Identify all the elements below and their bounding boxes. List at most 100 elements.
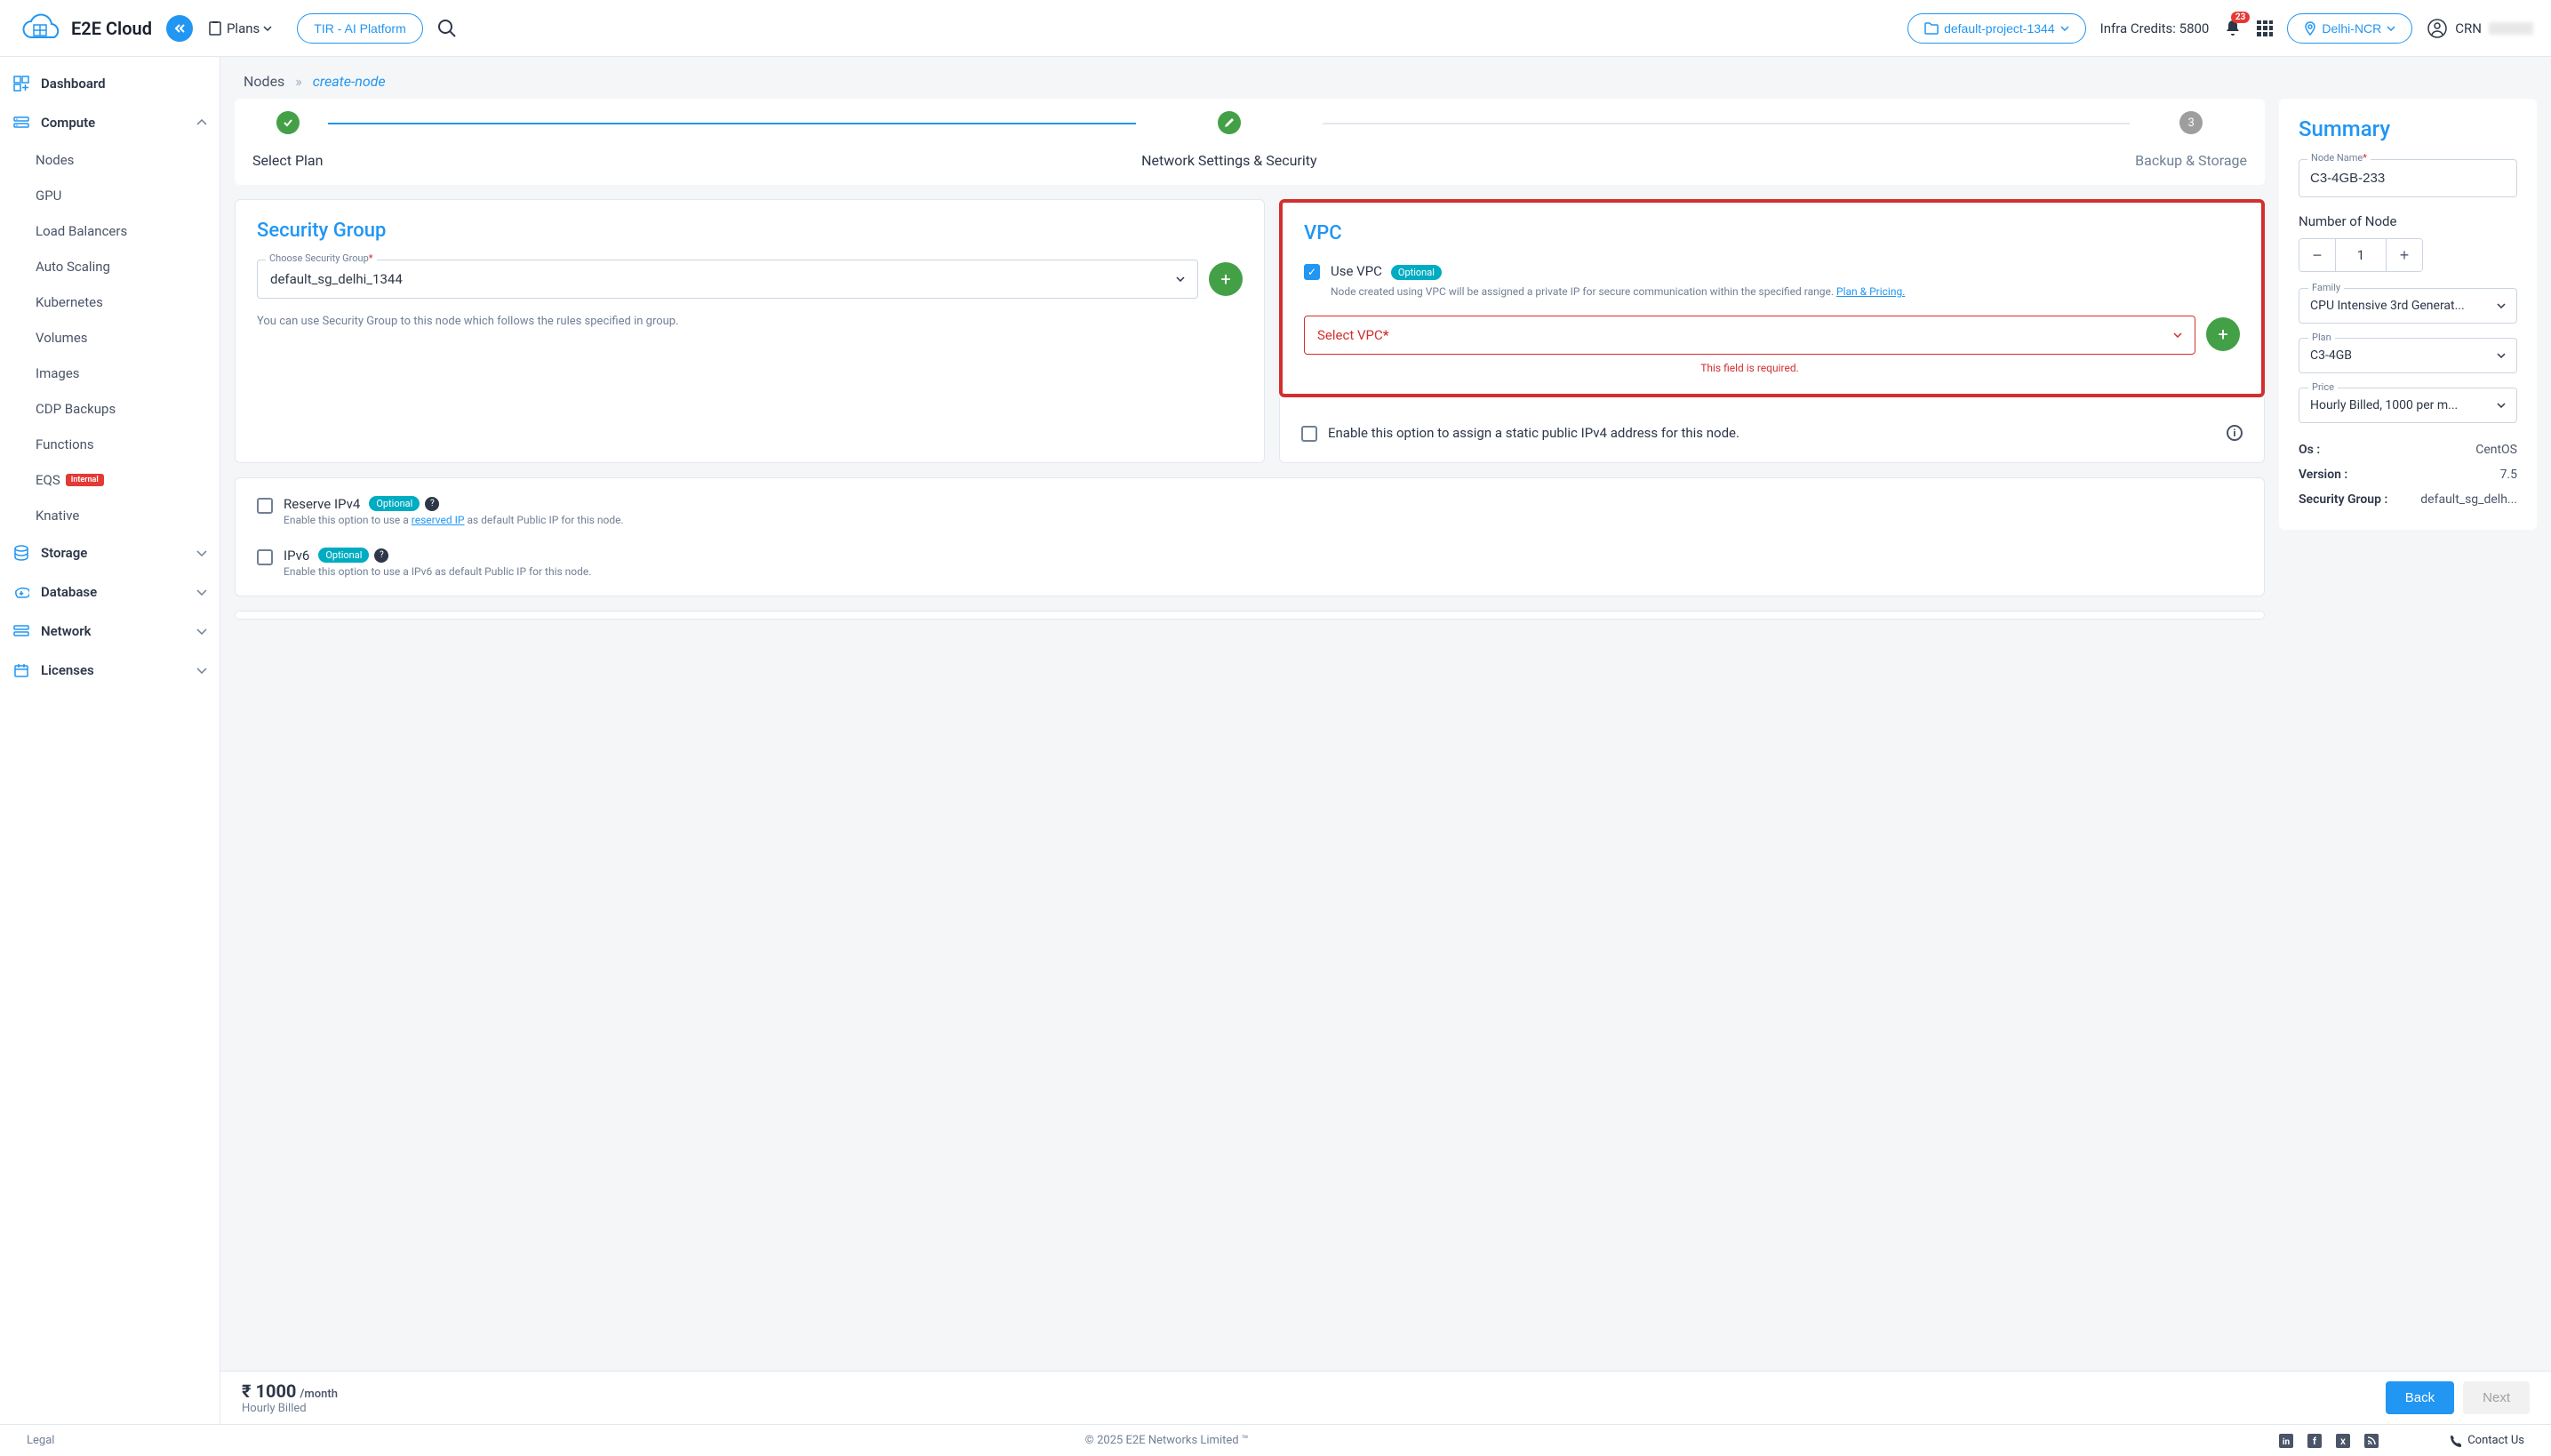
nav-load-balancers[interactable]: Load Balancers xyxy=(0,213,220,249)
chevron-up-icon xyxy=(196,119,207,126)
chevron-down-icon xyxy=(2497,353,2506,358)
nav-database[interactable]: Database xyxy=(0,572,220,612)
cloud-logo-icon xyxy=(18,12,62,45)
help-icon[interactable]: ? xyxy=(374,548,388,563)
svg-text:f: f xyxy=(2313,1436,2316,1447)
node-name-input[interactable] xyxy=(2299,159,2517,197)
security-group-select[interactable]: default_sg_delhi_1344 xyxy=(257,260,1198,299)
account-menu[interactable]: CRN xyxy=(2427,18,2533,39)
back-button[interactable]: Back xyxy=(2386,1381,2454,1414)
nav-gpu[interactable]: GPU xyxy=(0,178,220,213)
chevron-down-icon xyxy=(196,628,207,635)
plans-dropdown[interactable]: Plans xyxy=(207,20,272,36)
optional-badge: Optional xyxy=(318,548,369,563)
breadcrumb: Nodes » create-node xyxy=(220,57,2551,99)
footer: Legal © 2025 E2E Networks Limited ™ in f… xyxy=(0,1424,2551,1456)
price-select[interactable]: Price Hourly Billed, 1000 per m... xyxy=(2299,388,2517,423)
wizard-steps: Select Plan Network Settings & Security … xyxy=(235,99,2265,185)
plan-select[interactable]: Plan C3-4GB xyxy=(2299,338,2517,373)
rss-icon[interactable] xyxy=(2364,1434,2379,1448)
nav-cdp-backups[interactable]: CDP Backups xyxy=(0,391,220,427)
vpc-description: Node created using VPC will be assigned … xyxy=(1331,284,1905,300)
static-ip-label: Enable this option to assign a static pu… xyxy=(1328,424,2216,443)
phone-icon xyxy=(2450,1435,2462,1447)
nav-auto-scaling[interactable]: Auto Scaling xyxy=(0,249,220,284)
search-button[interactable] xyxy=(437,19,457,38)
notification-count: 23 xyxy=(2231,12,2250,23)
vpc-plan-pricing-link[interactable]: Plan & Pricing. xyxy=(1836,285,1905,298)
footer-legal-link[interactable]: Legal xyxy=(27,1434,54,1447)
chevron-down-icon xyxy=(196,588,207,596)
tir-ai-platform-button[interactable]: TIR - AI Platform xyxy=(297,13,422,44)
step-3-indicator: 3 xyxy=(2179,111,2203,134)
vpc-card: VPC ✓ Use VPC Optional Node created usin… xyxy=(1279,199,2265,397)
summary-title: Summary xyxy=(2299,116,2517,141)
reserved-ip-link[interactable]: reserved IP xyxy=(412,514,465,526)
facebook-icon[interactable]: f xyxy=(2307,1434,2322,1448)
nav-volumes[interactable]: Volumes xyxy=(0,320,220,356)
step-2-indicator[interactable] xyxy=(1218,111,1241,134)
nav-licenses[interactable]: Licenses xyxy=(0,651,220,690)
check-icon xyxy=(282,116,294,129)
apps-menu-button[interactable] xyxy=(2257,20,2273,36)
x-twitter-icon[interactable]: X xyxy=(2336,1434,2350,1448)
static-ip-checkbox[interactable] xyxy=(1301,426,1317,442)
ipv6-desc: Enable this option to use a IPv6 as defa… xyxy=(284,565,591,578)
logo-section[interactable]: E2E Cloud xyxy=(18,12,152,45)
nav-compute[interactable]: Compute xyxy=(0,103,220,142)
reserve-ipv4-checkbox[interactable] xyxy=(257,498,273,514)
add-vpc-button[interactable]: + xyxy=(2206,317,2240,351)
total-price: ₹ 1000 xyxy=(242,1380,296,1402)
nav-storage[interactable]: Storage xyxy=(0,533,220,572)
optional-badge: Optional xyxy=(369,496,420,511)
next-button[interactable]: Next xyxy=(2463,1381,2530,1414)
help-icon[interactable]: ? xyxy=(425,497,439,511)
footer-copyright: © 2025 E2E Networks Limited ™ xyxy=(54,1434,2279,1447)
storage-icon xyxy=(12,544,30,562)
breadcrumb-root[interactable]: Nodes xyxy=(244,73,284,90)
clipboard-icon xyxy=(207,20,223,36)
chevron-down-icon xyxy=(2060,26,2069,31)
footer-contact-link[interactable]: Contact Us xyxy=(2450,1434,2524,1447)
reserve-ipv4-title: Reserve IPv4 xyxy=(284,496,360,512)
linkedin-icon[interactable]: in xyxy=(2279,1434,2293,1448)
ipv6-checkbox[interactable] xyxy=(257,549,273,565)
collapse-sidebar-button[interactable] xyxy=(166,15,193,42)
location-icon xyxy=(2304,21,2316,36)
increment-button[interactable]: + xyxy=(2387,239,2422,271)
vpc-error-text: This field is required. xyxy=(1304,362,2195,374)
step-3-label: Backup & Storage xyxy=(2135,152,2247,169)
nav-functions[interactable]: Functions xyxy=(0,427,220,462)
dashboard-icon xyxy=(12,75,30,92)
nav-eqs[interactable]: EQS Internal xyxy=(0,462,220,498)
nav-kubernetes[interactable]: Kubernetes xyxy=(0,284,220,320)
network-icon xyxy=(12,622,30,640)
nav-knative[interactable]: Knative xyxy=(0,498,220,533)
project-selector[interactable]: default-project-1344 xyxy=(1907,13,2086,44)
chevron-down-icon xyxy=(2173,332,2182,338)
static-ip-card: Enable this option to assign a static pu… xyxy=(1279,397,2265,463)
summary-panel: Summary Node Name* Number of Node − 1 + … xyxy=(2279,99,2537,530)
add-security-group-button[interactable]: + xyxy=(1209,262,1243,296)
region-selector[interactable]: Delhi-NCR xyxy=(2287,13,2412,44)
info-icon[interactable]: i xyxy=(2227,425,2243,441)
notifications-button[interactable]: 23 xyxy=(2223,19,2243,38)
nav-dashboard[interactable]: Dashboard xyxy=(0,64,220,103)
select-vpc-dropdown[interactable]: Select VPC* xyxy=(1304,316,2195,355)
nav-nodes[interactable]: Nodes xyxy=(0,142,220,178)
use-vpc-label: Use VPC xyxy=(1331,263,1382,279)
decrement-button[interactable]: − xyxy=(2299,239,2335,271)
internal-badge: Internal xyxy=(66,474,104,486)
number-of-node-label: Number of Node xyxy=(2299,213,2517,229)
summary-os-row: Os : CentOS xyxy=(2299,437,2517,462)
logo-text: E2E Cloud xyxy=(71,18,152,39)
chevron-down-icon xyxy=(2387,26,2395,31)
family-select[interactable]: Family CPU Intensive 3rd Generat... xyxy=(2299,288,2517,324)
step-1-indicator[interactable] xyxy=(276,111,300,134)
breadcrumb-current: create-node xyxy=(313,73,386,90)
security-group-help: You can use Security Group to this node … xyxy=(257,313,1243,331)
use-vpc-checkbox[interactable]: ✓ xyxy=(1304,264,1320,280)
nav-network[interactable]: Network xyxy=(0,612,220,651)
optional-badge: Optional xyxy=(1391,265,1442,280)
nav-images[interactable]: Images xyxy=(0,356,220,391)
